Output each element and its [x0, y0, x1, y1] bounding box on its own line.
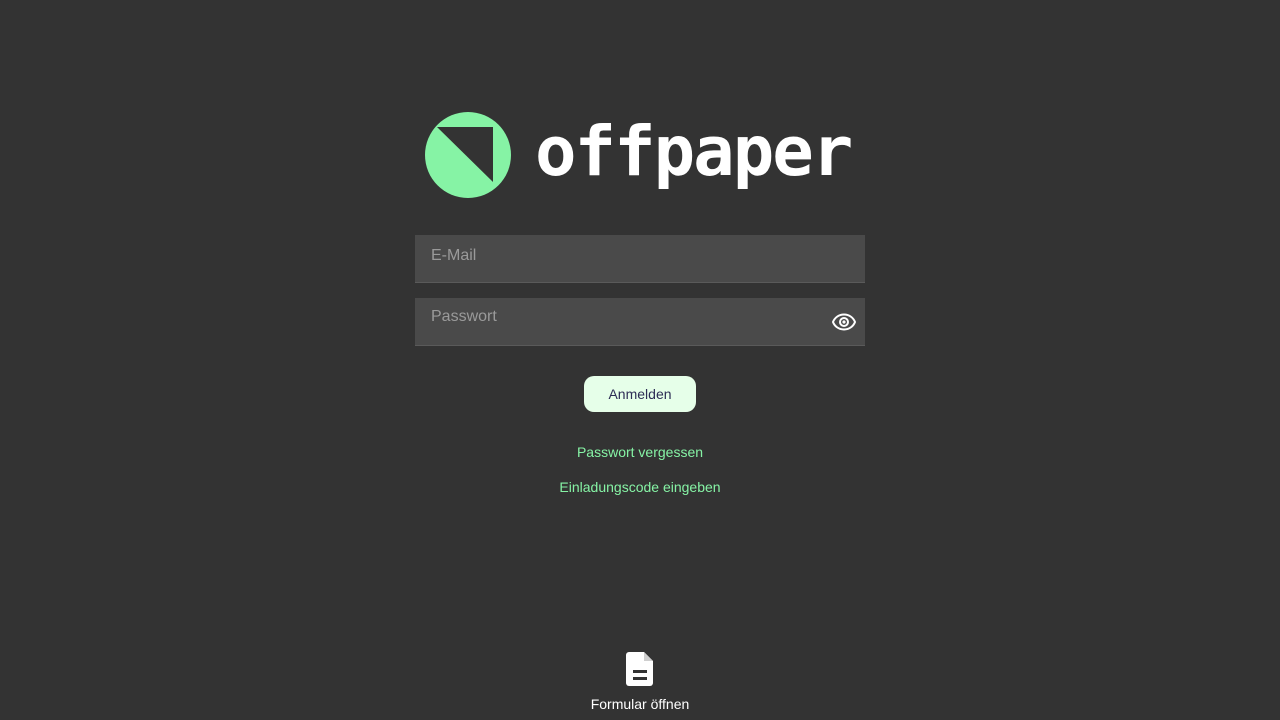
email-field-container [415, 235, 865, 283]
open-form-button[interactable]: Formular öffnen [560, 650, 720, 718]
open-form-label: Formular öffnen [590, 696, 690, 712]
login-page: offpaper Anmelden Passwort vergessen Ein… [0, 0, 1280, 720]
forgot-password-link[interactable]: Passwort vergessen [0, 444, 1280, 460]
logo-mark-icon [425, 112, 511, 198]
document-icon [626, 652, 653, 686]
email-field[interactable] [431, 245, 831, 267]
brand-logo: offpaper [425, 110, 865, 200]
login-button[interactable]: Anmelden [584, 376, 696, 412]
password-field-container [415, 298, 865, 346]
enter-invite-code-link[interactable]: Einladungscode eingeben [0, 479, 1280, 495]
show-password-toggle[interactable] [831, 310, 857, 334]
password-field[interactable] [431, 306, 831, 328]
eye-icon [832, 313, 856, 331]
brand-wordmark: offpaper [535, 111, 853, 192]
